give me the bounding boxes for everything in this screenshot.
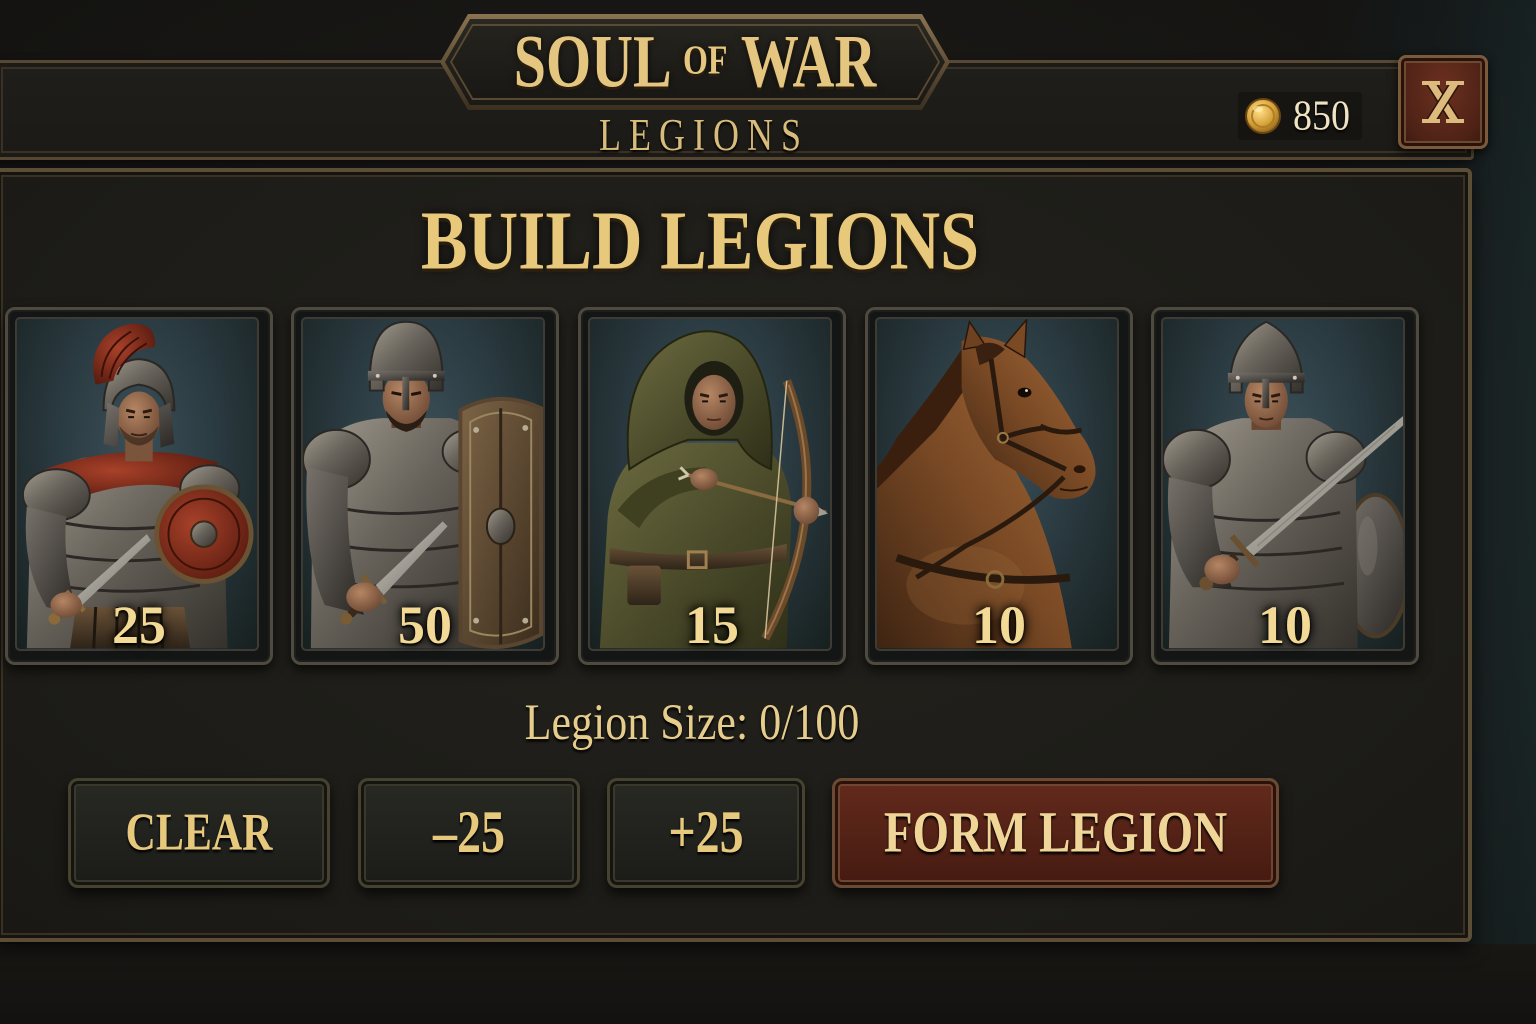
close-icon [1422, 81, 1464, 123]
minus-25-button[interactable]: –25 [358, 778, 580, 888]
panel-heading: BUILD LEGIONS [300, 195, 1100, 288]
game-title-text: SOUL OF WAR [514, 24, 876, 99]
bottom-shade [0, 944, 1536, 1024]
helmet [1227, 320, 1305, 409]
form-legion-button[interactable]: FORM LEGION [832, 778, 1279, 888]
round-shield [154, 484, 254, 584]
unit-count: 15 [685, 595, 739, 655]
screen-subtitle: LEGIONS [500, 110, 900, 160]
legion-size-label: Legion Size: [524, 694, 749, 751]
unit-card-horse[interactable]: 10 [865, 307, 1133, 665]
plus-25-button-label: +25 [668, 799, 744, 866]
clear-button-label: CLEAR [125, 804, 273, 862]
unit-count: 10 [972, 595, 1026, 655]
form-legion-button-label: FORM LEGION [883, 799, 1228, 865]
panel-heading-text: BUILD LEGIONS [420, 195, 980, 288]
unit-count: 10 [1258, 595, 1312, 655]
unit-card-swordsman[interactable]: 10 [1151, 307, 1419, 665]
title-word-soul: SOUL [513, 19, 669, 104]
minus-25-button-label: –25 [433, 799, 505, 866]
unit-card-legionary[interactable]: 25 [5, 307, 273, 665]
title-plaque: SOUL OF WAR [440, 14, 950, 110]
gold-coin-icon [1245, 98, 1281, 134]
unit-count: 50 [398, 595, 452, 655]
face [117, 391, 161, 446]
unit-card-knight[interactable]: 50 [291, 307, 559, 665]
title-word-war: WAR [740, 19, 877, 104]
unit-card-archer[interactable]: 15 [578, 307, 846, 665]
screen-subtitle-text: LEGIONS [599, 110, 809, 160]
unit-count: 25 [112, 595, 166, 655]
close-button[interactable] [1398, 55, 1488, 149]
gold-amount: 850 [1293, 92, 1350, 140]
face [692, 374, 736, 430]
plus-25-button[interactable]: +25 [607, 778, 805, 888]
legion-size-readout: Legion Size: 0/100 [392, 696, 992, 750]
clear-button[interactable]: CLEAR [68, 778, 330, 888]
gold-counter: 850 [1238, 92, 1362, 140]
legion-size-value: 0/100 [759, 694, 860, 751]
legion-size-text: Legion Size: 0/100 [525, 697, 860, 749]
title-word-of: OF [683, 36, 728, 83]
helmet [367, 320, 445, 411]
game-title: SOUL OF WAR [440, 14, 950, 110]
